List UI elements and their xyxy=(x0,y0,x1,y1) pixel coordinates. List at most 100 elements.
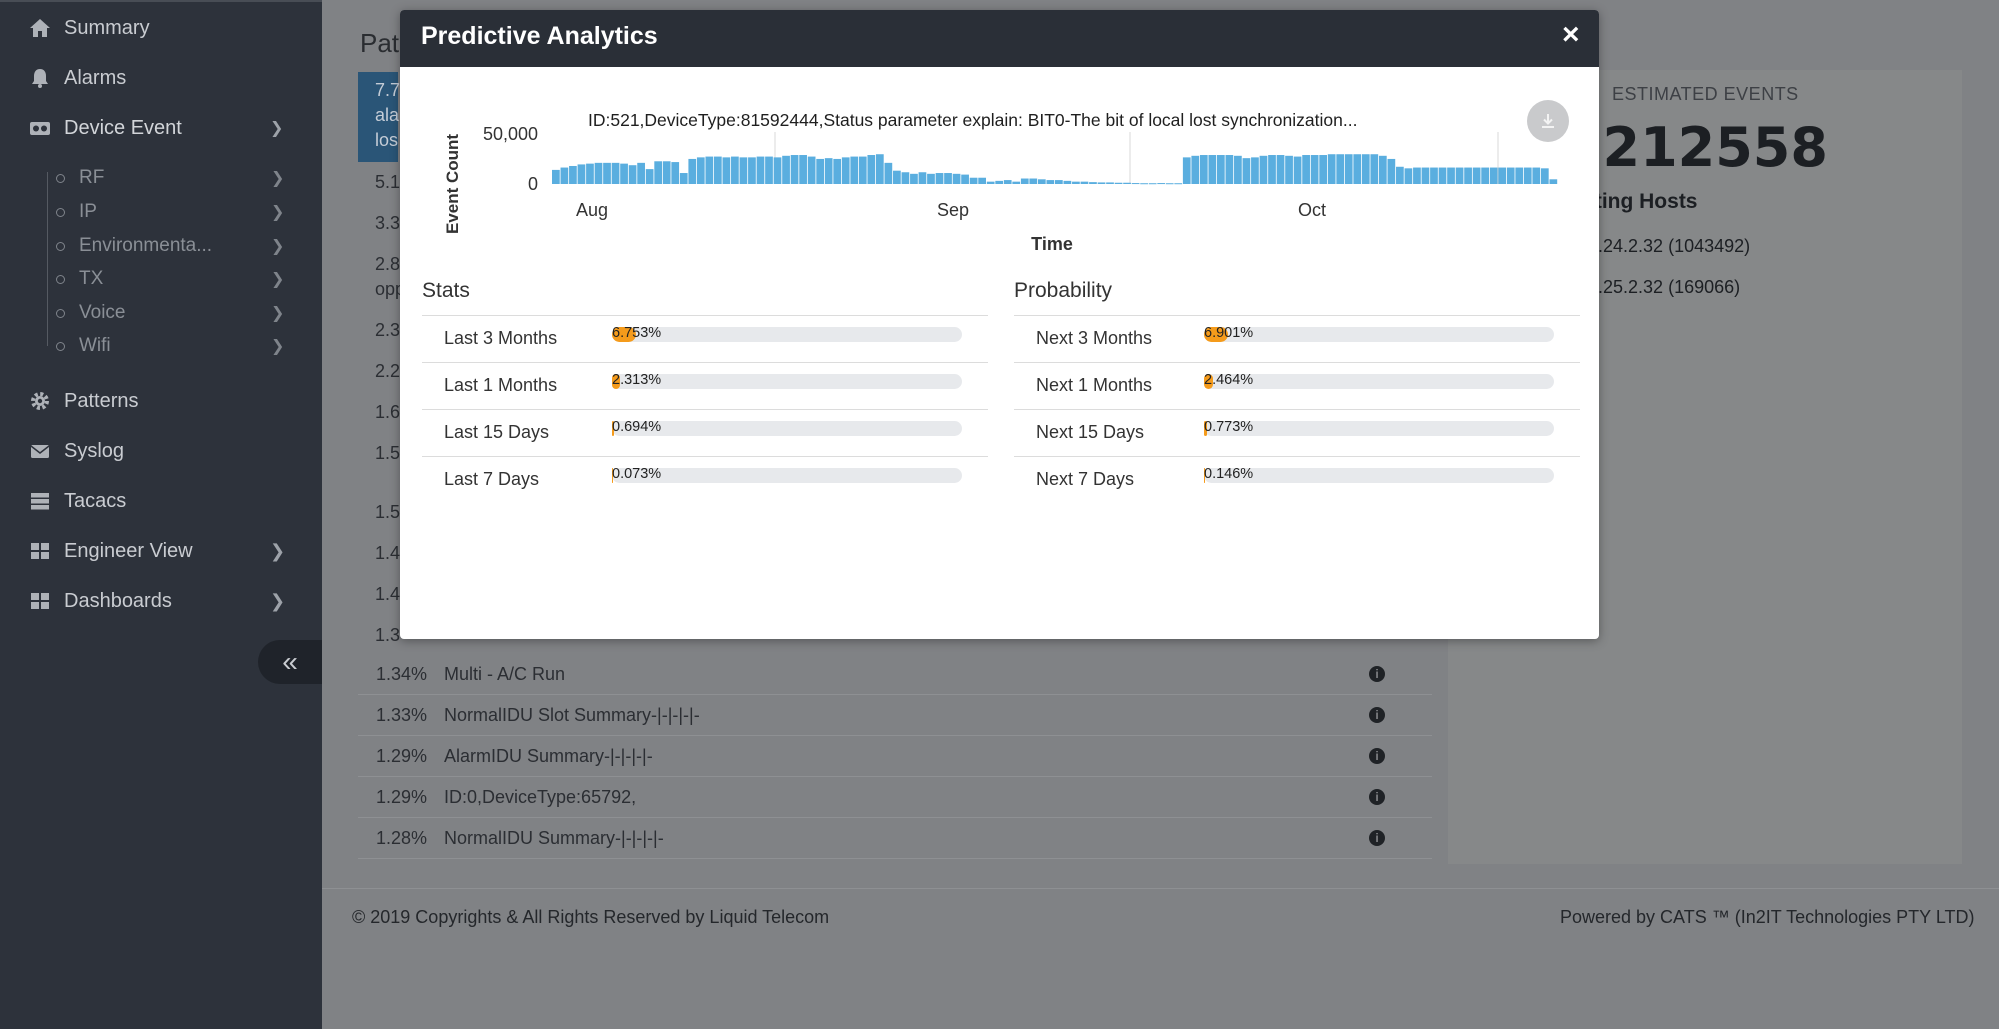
chart-bar xyxy=(1438,167,1447,184)
chart-bar xyxy=(1319,155,1328,184)
chart-bar xyxy=(1208,155,1217,184)
table-row[interactable]: 1.33% NormalIDU Slot Summary-|-|-|-|- i xyxy=(358,695,1432,736)
chart-bar xyxy=(1242,158,1251,184)
chart-bar xyxy=(1072,181,1080,184)
chart-bar xyxy=(1055,180,1063,184)
chart-bar xyxy=(1131,183,1140,185)
sidebar-item-label: Alarms xyxy=(64,66,127,89)
chart-bar xyxy=(594,162,603,184)
probability-row: Next 15 Days 0.773% xyxy=(1014,409,1580,456)
sidebar-subitem-environmental[interactable]: Environmenta... ❯ xyxy=(0,231,322,261)
info-icon[interactable]: i xyxy=(1369,748,1385,764)
chart-bar xyxy=(671,162,680,184)
stats-value: 6.753% xyxy=(612,325,662,341)
sidebar-item-summary[interactable]: Summary xyxy=(0,8,322,48)
chart-bar xyxy=(1302,155,1310,184)
chart-bar xyxy=(790,155,799,184)
sidebar-subitem-rf[interactable]: RF ❯ xyxy=(0,163,322,193)
predictive-analytics-modal: Predictive Analytics × 50,000 0 Aug Sep Oct T… xyxy=(400,10,1599,639)
chart-bar xyxy=(1489,167,1498,184)
chart-bar xyxy=(1234,155,1242,184)
sidebar-subitem-label: Environmenta... xyxy=(79,235,213,256)
table-row[interactable]: 1.28% NormalIDU Summary-|-|-|-|- i xyxy=(358,818,1432,859)
chart-bar xyxy=(1063,180,1072,184)
chart-bar xyxy=(713,156,722,184)
download-button[interactable] xyxy=(1527,100,1569,142)
chart-title: ID:521,DeviceType:81592444,Status parame… xyxy=(588,110,1358,130)
sidebar-item-device-event[interactable]: Device Event ❯ xyxy=(0,108,322,148)
stats-value: 0.073% xyxy=(612,466,662,482)
chart-bar xyxy=(1327,154,1336,184)
chart-bar xyxy=(1344,154,1353,184)
chevron-right-icon: ❯ xyxy=(271,338,285,355)
sidebar-item-patterns[interactable]: Patterns xyxy=(0,381,322,421)
chart-bar xyxy=(1310,155,1319,184)
chart-bar xyxy=(1421,167,1430,184)
server-icon xyxy=(28,491,52,511)
chart-bar xyxy=(1191,155,1200,184)
progress-track xyxy=(1204,327,1554,342)
table-cell-name: NormalIDU Summary-|-|-|-|- xyxy=(444,827,664,848)
sidebar-item-syslog[interactable]: Syslog xyxy=(0,431,322,471)
chart-bar xyxy=(1455,167,1464,184)
stats-row: Last 3 Months 6.753% xyxy=(422,315,988,362)
chart-bar xyxy=(662,161,671,184)
x-tick-label: Sep xyxy=(937,200,969,220)
table-row[interactable]: 1.29% ID:0,DeviceType:65792, i xyxy=(358,777,1432,818)
bullet-icon xyxy=(56,308,65,318)
table-cell-pct: 1.6 xyxy=(375,402,401,422)
chart-bar xyxy=(1549,179,1558,184)
sidebar-subitem-label: Wifi xyxy=(79,335,111,356)
chart-bar xyxy=(867,155,876,184)
chart-bar xyxy=(978,177,986,184)
chart-bar xyxy=(1506,167,1515,184)
chart-bar xyxy=(986,181,995,184)
table-row[interactable]: 1.29% AlarmIDU Summary-|-|-|-|- i xyxy=(358,736,1432,777)
probability-value: 0.146% xyxy=(1204,466,1254,482)
chevron-right-icon: ❯ xyxy=(270,590,286,611)
table-cell-pct: 3.3 xyxy=(375,213,401,233)
table-cell-pct: 7.7 xyxy=(375,80,401,100)
sidebar-subitem-wifi[interactable]: Wifi ❯ xyxy=(0,331,322,361)
chart-bar xyxy=(1157,183,1166,185)
sidebar: Summary Alarms Device Event ❯ RF ❯ IP ❯ … xyxy=(0,0,322,1029)
sidebar-item-label: Dashboards xyxy=(64,589,172,612)
chart-bar xyxy=(1251,157,1259,184)
bullet-icon xyxy=(56,241,65,251)
chart-bar xyxy=(858,156,867,184)
chart-bar xyxy=(1293,156,1302,184)
sidebar-subitem-tx[interactable]: TX ❯ xyxy=(0,264,322,294)
sidebar-item-tacacs[interactable]: Tacacs xyxy=(0,481,322,521)
sidebar-item-label: Patterns xyxy=(64,389,139,412)
stats-title: Stats xyxy=(422,279,470,302)
estimated-events-label: ESTIMATED EVENTS xyxy=(1612,84,1799,104)
info-icon[interactable]: i xyxy=(1369,666,1385,682)
stats-label: Last 1 Months xyxy=(444,375,558,395)
chart-bar xyxy=(1413,167,1421,184)
chart-bar xyxy=(1276,155,1285,184)
chart-bar xyxy=(1020,178,1029,184)
stats-row: Last 7 Days 0.073% xyxy=(422,456,988,503)
chart-bar xyxy=(560,167,569,184)
table-row[interactable]: 1.34% Multi - A/C Run i xyxy=(358,654,1432,695)
stats-row: Last 1 Months 2.313% xyxy=(422,362,988,409)
chart-bar xyxy=(603,162,611,184)
table-cell-pct: 2.8 xyxy=(375,254,401,274)
info-icon[interactable]: i xyxy=(1369,707,1385,723)
sidebar-subitem-voice[interactable]: Voice ❯ xyxy=(0,298,322,328)
chart-bar xyxy=(1481,167,1489,184)
sidebar-collapse-button[interactable]: « xyxy=(258,640,322,684)
download-icon xyxy=(1542,114,1554,128)
info-icon[interactable]: i xyxy=(1369,830,1385,846)
chart-bar xyxy=(927,173,935,184)
device-icon xyxy=(28,118,52,138)
chart-bar xyxy=(1378,155,1387,184)
info-icon[interactable]: i xyxy=(1369,789,1385,805)
sidebar-subitem-ip[interactable]: IP ❯ xyxy=(0,197,322,227)
chevron-right-icon: ❯ xyxy=(271,170,285,187)
sidebar-item-alarms[interactable]: Alarms xyxy=(0,58,322,98)
sidebar-item-dashboards[interactable]: Dashboards ❯ xyxy=(0,581,322,621)
probability-label: Next 7 Days xyxy=(1036,469,1135,489)
chart-bar xyxy=(1140,183,1148,185)
sidebar-item-engineer-view[interactable]: Engineer View ❯ xyxy=(0,531,322,571)
